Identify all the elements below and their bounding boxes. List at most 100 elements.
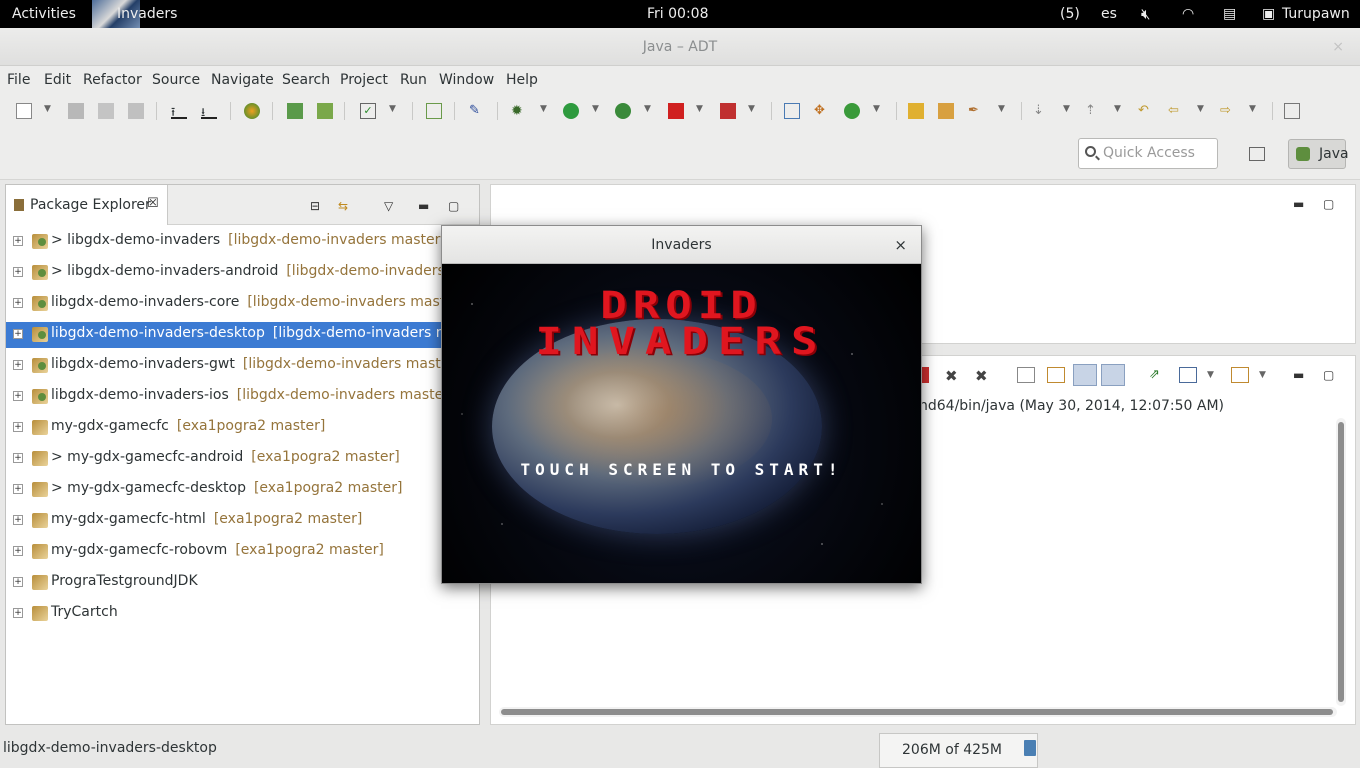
tree-row[interactable]: + > my-gdx-gamecfc-desktop [exa1pogra2 mas… (6, 477, 479, 503)
tree-row[interactable]: + > libgdx-demo-invaders-android [libgdx-d… (6, 260, 504, 286)
expand-toggle-icon[interactable]: + (13, 422, 23, 432)
editor-maximize-icon[interactable]: ▢ (1323, 197, 1334, 211)
checklist-icon[interactable]: ✓ (360, 103, 376, 119)
external-tools-dropdown-icon[interactable]: ▼ (644, 104, 651, 114)
tree-row[interactable]: + libgdx-demo-invaders-desktop [libgdx-dem… (6, 322, 491, 348)
show-on-stdout-icon[interactable] (1073, 364, 1097, 386)
download-icon[interactable]: ⭳ (201, 103, 217, 119)
clipboard-icon[interactable]: ▤ (1223, 0, 1236, 28)
menu-navigate[interactable]: Navigate (211, 72, 274, 88)
menu-refactor[interactable]: Refactor (83, 72, 142, 88)
save-icon[interactable] (68, 103, 84, 119)
expand-toggle-icon[interactable]: + (13, 298, 23, 308)
search-dropdown-icon[interactable]: ▼ (998, 104, 1005, 114)
game-canvas[interactable]: DROID INVADERS TOUCH SCREEN TO START! (442, 264, 921, 583)
save-all-icon[interactable] (98, 103, 114, 119)
notification-count[interactable]: (5) (1060, 0, 1080, 28)
print-icon[interactable] (128, 103, 144, 119)
open-task-icon[interactable] (938, 103, 954, 119)
menu-edit[interactable]: Edit (44, 72, 71, 88)
tree-row[interactable]: + libgdx-demo-invaders-ios [libgdx-demo-in… (6, 384, 479, 410)
maximize-icon[interactable]: ▢ (448, 199, 459, 213)
pin-icon[interactable]: ✎ (469, 103, 485, 119)
lint-icon[interactable] (317, 103, 333, 119)
display-console-dropdown-icon[interactable]: ▼ (1207, 370, 1225, 386)
new-android-project-icon[interactable] (426, 103, 442, 119)
menu-project[interactable]: Project (340, 72, 388, 88)
editor-minimize-icon[interactable]: ▬ (1293, 197, 1304, 211)
new-java-project-icon[interactable] (784, 103, 800, 119)
console-maximize-icon[interactable]: ▢ (1323, 368, 1334, 382)
next-annotation-dropdown-icon[interactable]: ▼ (1063, 104, 1070, 114)
tree-row[interactable]: + > my-gdx-gamecfc-android [exa1pogra2 mas… (6, 446, 479, 472)
wifi-icon[interactable]: ◠ (1182, 0, 1194, 28)
tree-row[interactable]: + TryCartch (6, 601, 479, 627)
menu-help[interactable]: Help (506, 72, 538, 88)
expand-toggle-icon[interactable]: + (13, 577, 23, 587)
stop-dropdown-icon[interactable]: ▼ (748, 104, 755, 114)
terminate-dropdown-icon[interactable]: ▼ (696, 104, 703, 114)
avd-manager-icon[interactable] (287, 103, 303, 119)
terminate-icon[interactable] (668, 103, 684, 119)
java-perspective-button[interactable]: Java (1288, 139, 1349, 169)
garbage-collect-icon[interactable] (1024, 740, 1036, 756)
console-horizontal-scroll-thumb[interactable] (501, 709, 1333, 715)
tree-row[interactable]: + my-gdx-gamecfc-robovm [exa1pogra2 master… (6, 539, 479, 565)
clock[interactable]: Fri 00:08 (647, 0, 708, 28)
collapse-all-icon[interactable]: ⊟ (310, 199, 320, 213)
search-tool-icon[interactable]: ✒ (968, 103, 984, 119)
new-icon[interactable] (16, 103, 32, 119)
open-console-dropdown-icon[interactable]: ▼ (1259, 370, 1277, 386)
link-with-editor-icon[interactable]: ⇆ (338, 199, 348, 213)
expand-toggle-icon[interactable]: + (13, 391, 23, 401)
stop-icon[interactable] (720, 103, 736, 119)
menu-run[interactable]: Run (400, 72, 427, 88)
back-dropdown-icon[interactable]: ▼ (1197, 104, 1204, 114)
expand-toggle-icon[interactable]: + (13, 329, 23, 339)
expand-toggle-icon[interactable]: + (13, 453, 23, 463)
expand-toggle-icon[interactable]: + (13, 546, 23, 556)
keyboard-layout-indicator[interactable]: es (1101, 0, 1117, 28)
tree-row[interactable]: + my-gdx-gamecfc [exa1pogra2 master] (6, 415, 479, 441)
open-console-icon[interactable] (1231, 367, 1249, 383)
clear-console-icon[interactable] (1017, 367, 1035, 383)
open-type-icon[interactable] (908, 103, 924, 119)
previous-annotation-icon[interactable]: ⇡ (1085, 103, 1101, 119)
quick-access-field[interactable]: Quick Access (1078, 138, 1218, 169)
remove-launch-icon[interactable]: ✖ (945, 367, 963, 385)
expand-toggle-icon[interactable]: + (13, 267, 23, 277)
new-class-dropdown-icon[interactable]: ▼ (873, 104, 880, 114)
remove-all-launches-icon[interactable]: ✖ (975, 367, 993, 385)
console-horizontal-scrollbar[interactable] (499, 707, 1337, 717)
view-menu-icon[interactable]: ▽ (384, 199, 393, 213)
activities-button[interactable]: Activities (12, 0, 76, 28)
new-package-icon[interactable]: ✥ (814, 103, 830, 119)
app-menu-label[interactable]: Invaders (117, 0, 177, 28)
menu-source[interactable]: Source (152, 72, 200, 88)
scroll-lock-icon[interactable] (1047, 367, 1065, 383)
run-external-tools-icon[interactable] (615, 103, 631, 119)
pin-console-icon[interactable]: ⇗ (1149, 367, 1167, 383)
tree-row[interactable]: + libgdx-demo-invaders-gwt [libgdx-demo-in… (6, 353, 479, 379)
show-on-stderr-icon[interactable] (1101, 364, 1125, 386)
tree-row[interactable]: + PrograTestgroundJDK (6, 570, 479, 596)
expand-toggle-icon[interactable]: + (13, 608, 23, 618)
new-dropdown-icon[interactable]: ▼ (44, 104, 51, 114)
forward-icon[interactable]: ⇨ (1220, 103, 1236, 119)
user-menu[interactable]: Turupawn (1282, 0, 1350, 28)
heap-status[interactable]: 206M of 425M (879, 733, 1038, 768)
forward-dropdown-icon[interactable]: ▼ (1249, 104, 1256, 114)
debug-dropdown-icon[interactable]: ▼ (540, 104, 547, 114)
terminate-console-icon[interactable] (921, 367, 929, 383)
next-annotation-icon[interactable]: ⇣ (1033, 103, 1049, 119)
expand-toggle-icon[interactable]: + (13, 484, 23, 494)
checklist-dropdown-icon[interactable]: ▼ (389, 104, 396, 114)
expand-toggle-icon[interactable]: + (13, 236, 23, 246)
console-vertical-scroll-thumb[interactable] (1338, 422, 1344, 702)
android-sdk-manager-icon[interactable] (244, 103, 260, 119)
last-edit-location-icon[interactable]: ↶ (1138, 103, 1154, 119)
pin-editor-icon[interactable] (1284, 103, 1300, 119)
console-vertical-scrollbar[interactable] (1336, 418, 1346, 706)
new-class-icon[interactable] (844, 103, 860, 119)
tree-row[interactable]: + libgdx-demo-invaders-core [libgdx-demo-i… (6, 291, 479, 317)
